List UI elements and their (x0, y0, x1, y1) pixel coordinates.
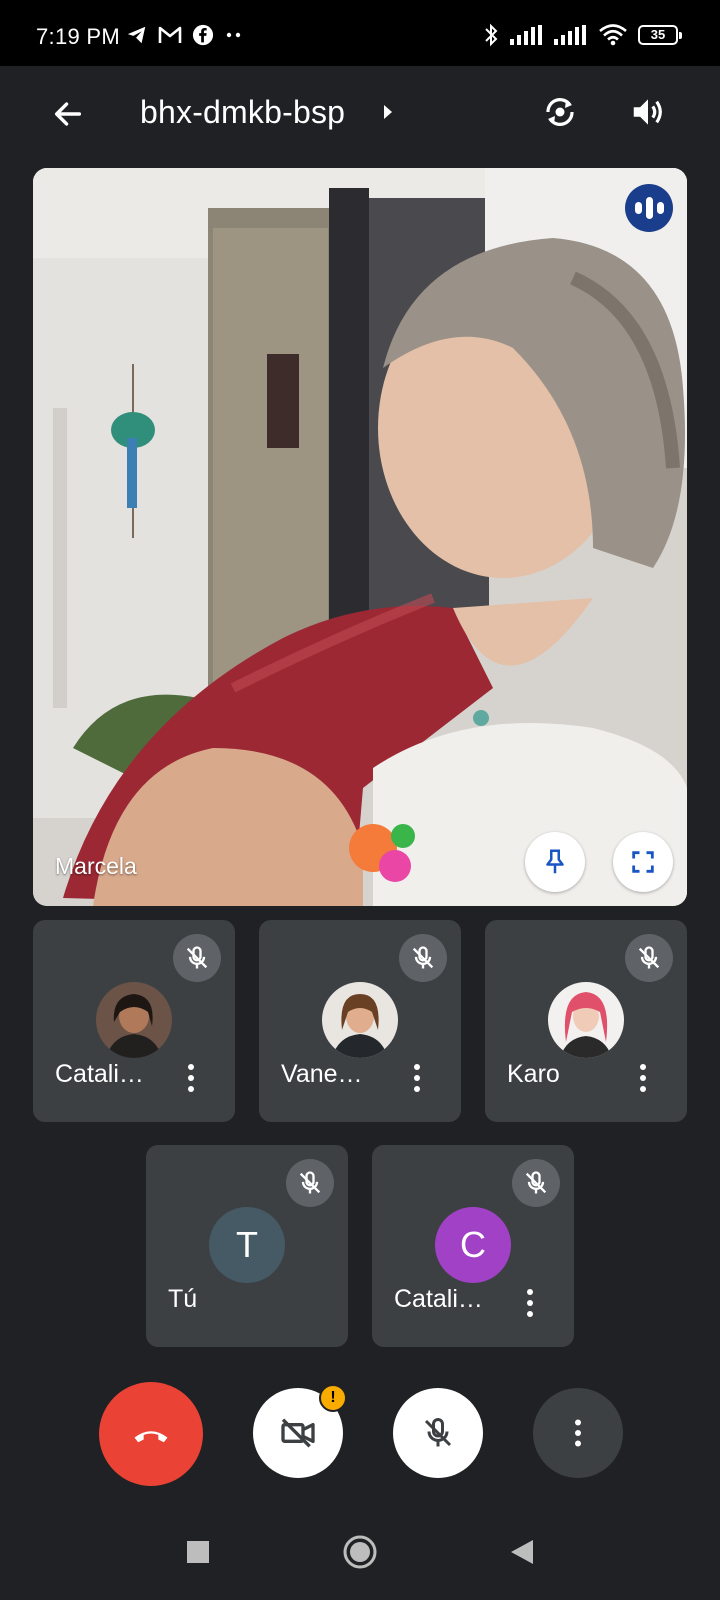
participant-name: Vane… (281, 1060, 363, 1088)
main-participant-name: Marcela (55, 853, 137, 879)
participant-name: Karo (507, 1060, 560, 1088)
speaker-icon (633, 99, 662, 125)
muted-indicator (399, 934, 447, 982)
participant-menu-button[interactable] (522, 1285, 538, 1321)
telegram-icon (127, 26, 146, 44)
speaker-button[interactable] (622, 86, 674, 138)
participant-name: Tú (168, 1285, 198, 1313)
camera-warning-badge: ! (319, 1384, 347, 1412)
participant-tile[interactable]: Vane… (259, 920, 461, 1122)
gmail-icon (158, 26, 182, 43)
participant-menu-button[interactable] (183, 1060, 199, 1096)
meeting-top-bar: bhx-dmkb-bsp (0, 66, 720, 162)
mic-off-icon (525, 1171, 547, 1194)
home-button[interactable] (338, 1530, 382, 1574)
system-navigation-bar (0, 1500, 720, 1600)
battery-icon: 35 (638, 25, 682, 45)
muted-indicator (173, 934, 221, 982)
wifi-icon (599, 24, 627, 46)
participant-tile-self[interactable]: T Tú (146, 1145, 348, 1347)
status-time: 7:19 PM (36, 24, 121, 49)
fullscreen-icon (632, 851, 654, 873)
avatar-initial: C (435, 1207, 511, 1283)
back-arrow-icon (54, 102, 82, 126)
main-video-tile[interactable]: Marcela (33, 168, 687, 906)
mic-off-icon (299, 1171, 321, 1194)
back-nav-button[interactable] (500, 1530, 544, 1574)
more-options-icon (575, 1419, 581, 1447)
muted-indicator (625, 934, 673, 982)
notification-icons (126, 24, 244, 46)
more-options-button[interactable] (533, 1388, 623, 1478)
avatar-initial: T (209, 1207, 285, 1283)
video-feed (33, 168, 687, 906)
switch-camera-icon (546, 98, 574, 126)
status-bar: 7:19 PM 35 (0, 0, 720, 66)
participant-tile[interactable]: C Catali… (372, 1145, 574, 1347)
muted-indicator (512, 1159, 560, 1207)
avatar (548, 982, 624, 1058)
more-dots-icon (226, 32, 241, 38)
muted-indicator (286, 1159, 334, 1207)
camera-toggle-button[interactable]: ! (253, 1384, 347, 1478)
recents-square-icon (187, 1541, 209, 1563)
signal-icon (554, 25, 586, 45)
mic-toggle-button[interactable] (393, 1388, 483, 1478)
system-icons: 35 (482, 23, 682, 47)
facebook-icon (192, 24, 214, 46)
meeting-code-title[interactable]: bhx-dmkb-bsp (140, 94, 345, 131)
home-circle-icon (343, 1535, 377, 1569)
bluetooth-icon (485, 23, 498, 47)
chevron-right-icon[interactable] (376, 100, 400, 124)
avatar (96, 982, 172, 1058)
mic-off-icon (638, 946, 660, 969)
participant-name: Catali… (394, 1285, 483, 1313)
participant-menu-button[interactable] (409, 1060, 425, 1096)
pin-button[interactable] (525, 832, 585, 892)
recents-button[interactable] (176, 1530, 220, 1574)
back-button[interactable] (44, 90, 92, 138)
mic-off-icon (424, 1417, 452, 1447)
end-call-icon (134, 1431, 168, 1443)
speaking-indicator (625, 184, 673, 232)
participant-tile[interactable]: Catali… (33, 920, 235, 1122)
end-call-button[interactable] (99, 1382, 203, 1486)
camera-off-icon (281, 1418, 315, 1448)
participant-tile[interactable]: Karo (485, 920, 687, 1122)
mic-off-icon (412, 946, 434, 969)
back-triangle-icon (511, 1540, 533, 1564)
avatar (322, 982, 398, 1058)
mic-off-icon (186, 946, 208, 969)
fullscreen-button[interactable] (613, 832, 673, 892)
pin-icon (546, 849, 564, 874)
switch-camera-button[interactable] (534, 86, 586, 138)
call-controls: ! (0, 1370, 720, 1490)
signal-icon (510, 25, 542, 45)
participant-name: Catali… (55, 1060, 144, 1088)
participant-menu-button[interactable] (635, 1060, 651, 1096)
